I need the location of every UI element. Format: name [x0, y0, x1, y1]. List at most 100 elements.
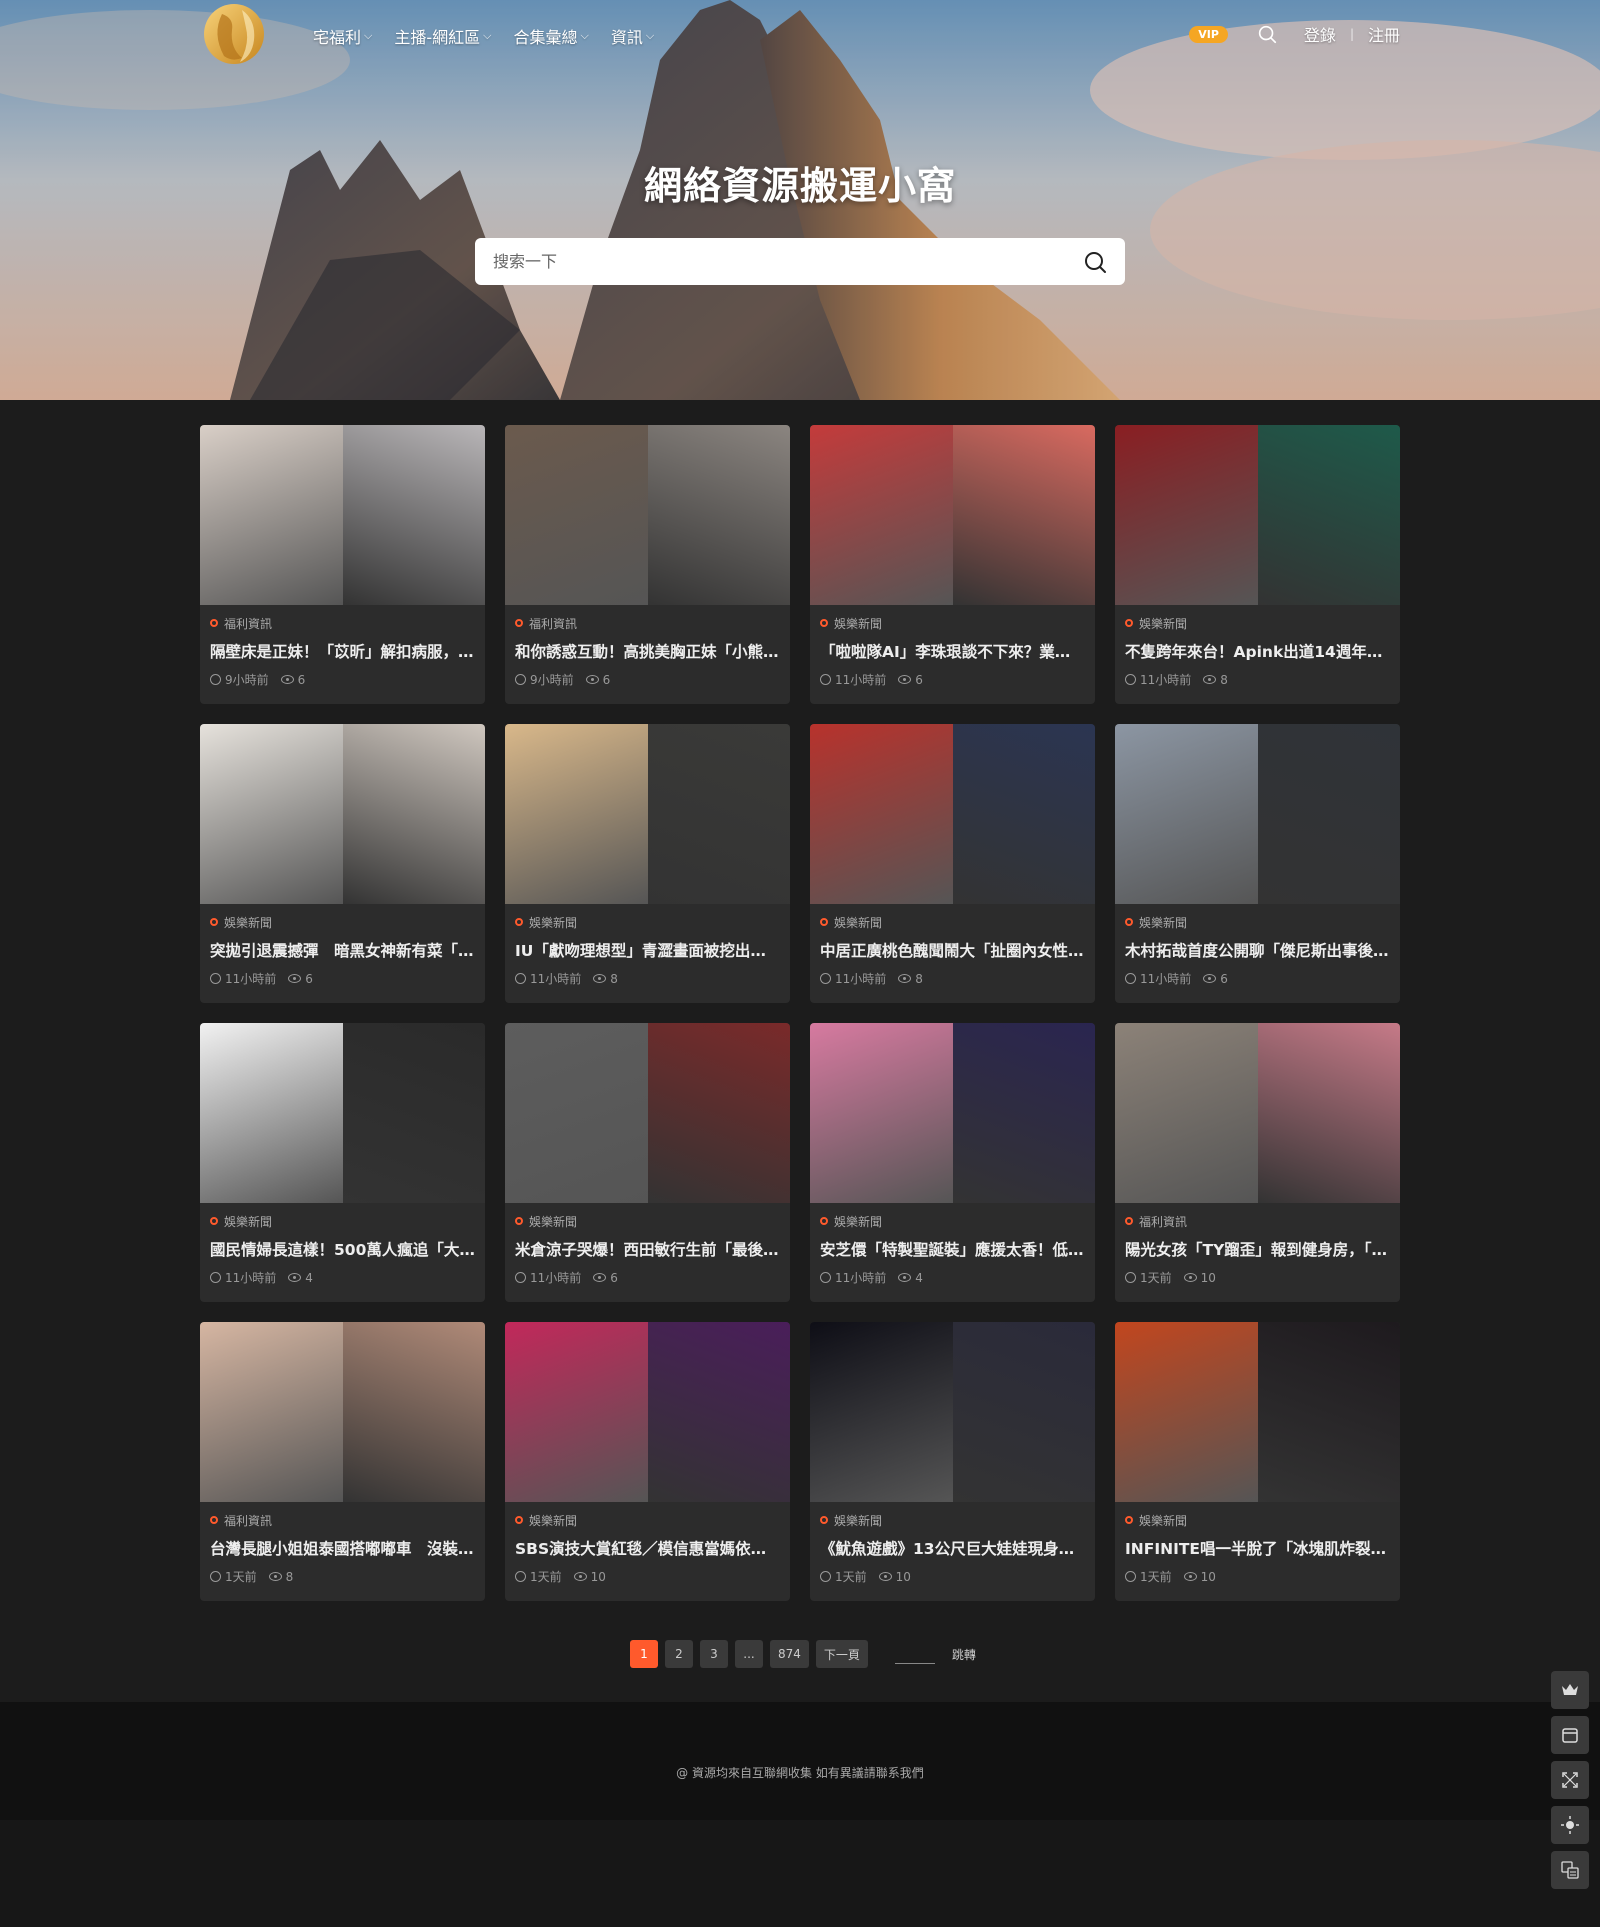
post-thumbnail[interactable]: [505, 1322, 790, 1502]
menu-item-streamers[interactable]: 主播-網紅區 ⌵: [394, 24, 491, 48]
post-views: 8: [1220, 672, 1228, 687]
vip-crown-button[interactable]: [1551, 1671, 1589, 1709]
post-card[interactable]: 娛樂新聞 《魷魚遊戲》13公尺巨大娃娃現身高… 1天前 10: [810, 1322, 1095, 1601]
post-views: 6: [915, 672, 923, 687]
post-category[interactable]: 娛樂新聞: [515, 1512, 780, 1528]
post-thumbnail[interactable]: [1115, 1322, 1400, 1502]
post-title[interactable]: 台灣長腿小姐姐泰國搭嘟嘟車 沒裝…: [210, 1539, 475, 1559]
post-thumbnail[interactable]: [200, 724, 485, 904]
post-thumbnail[interactable]: [810, 1023, 1095, 1203]
next-page-button[interactable]: 下一頁: [815, 1640, 868, 1668]
page-button[interactable]: 874: [770, 1640, 809, 1668]
post-category[interactable]: 娛樂新聞: [820, 914, 1085, 930]
menu-item-news[interactable]: 資訊 ⌵: [611, 24, 654, 48]
vip-badge[interactable]: VIP: [1189, 25, 1228, 43]
post-title[interactable]: 安芝儇「特製聖誕裝」應援太香！低…: [820, 1240, 1085, 1260]
post-category[interactable]: 娛樂新聞: [820, 615, 1085, 631]
post-card[interactable]: 福利資訊 台灣長腿小姐姐泰國搭嘟嘟車 沒裝… 1天前 8: [200, 1322, 485, 1601]
post-category[interactable]: 娛樂新聞: [1125, 1512, 1390, 1528]
post-thumbnail[interactable]: [200, 1023, 485, 1203]
post-thumbnail[interactable]: [810, 724, 1095, 904]
post-card[interactable]: 福利資訊 陽光女孩「TY蹓歪」報到健身房，「… 1天前 10: [1115, 1023, 1400, 1302]
post-category[interactable]: 娛樂新聞: [210, 914, 475, 930]
post-title[interactable]: 陽光女孩「TY蹓歪」報到健身房，「…: [1125, 1240, 1390, 1260]
post-category[interactable]: 福利資訊: [515, 615, 780, 631]
post-category[interactable]: 福利資訊: [1125, 1213, 1390, 1229]
post-category[interactable]: 娛樂新聞: [820, 1213, 1085, 1229]
search-icon[interactable]: [1256, 23, 1278, 45]
post-thumbnail[interactable]: [810, 425, 1095, 605]
fullscreen-button[interactable]: [1551, 1761, 1589, 1799]
post-card[interactable]: 娛樂新聞 突拋引退震撼彈 暗黑女神新有菜「… 11小時前 6: [200, 724, 485, 1003]
post-card[interactable]: 娛樂新聞 INFINITE唱一半脫了「冰塊肌炸裂」… 1天前 10: [1115, 1322, 1400, 1601]
post-title[interactable]: 木村拓哉首度公開聊「傑尼斯出事後…: [1125, 941, 1390, 961]
checkin-button[interactable]: [1551, 1716, 1589, 1754]
post-thumbnail[interactable]: [505, 1023, 790, 1203]
post-title[interactable]: 隔壁床是正妹！「苡昕」解扣病服，…: [210, 642, 475, 662]
post-time: 11小時前: [225, 972, 277, 986]
page-button[interactable]: 3: [700, 1640, 728, 1668]
page-jump-input[interactable]: [894, 1644, 935, 1664]
post-thumbnail[interactable]: [200, 1322, 485, 1502]
post-category[interactable]: 娛樂新聞: [515, 914, 780, 930]
login-link[interactable]: 登錄: [1304, 22, 1336, 46]
post-category[interactable]: 娛樂新聞: [210, 1213, 475, 1229]
post-meta: 1天前 10: [1125, 1568, 1390, 1585]
page-jump-button[interactable]: 跳轉: [952, 1646, 976, 1663]
post-thumbnail[interactable]: [1115, 724, 1400, 904]
post-title[interactable]: SBS演技大賞紅毯／模信惠當媽依舊…: [515, 1539, 780, 1559]
menu-item-benefits[interactable]: 宅福利 ⌵: [313, 24, 372, 48]
post-card[interactable]: 福利資訊 隔壁床是正妹！「苡昕」解扣病服，… 9小時前 6: [200, 425, 485, 704]
post-thumbnail[interactable]: [810, 1322, 1095, 1502]
translate-button[interactable]: [1551, 1851, 1589, 1889]
post-category[interactable]: 娛樂新聞: [820, 1512, 1085, 1528]
category-dot-icon: [515, 918, 523, 926]
post-title[interactable]: 突拋引退震撼彈 暗黑女神新有菜「…: [210, 941, 475, 961]
post-title[interactable]: 《魷魚遊戲》13公尺巨大娃娃現身高…: [820, 1539, 1085, 1559]
post-title[interactable]: 「啦啦隊AI」李珠珢談不下來？業界…: [820, 642, 1085, 662]
search-icon[interactable]: [1083, 250, 1107, 274]
post-thumbnail[interactable]: [200, 425, 485, 605]
post-card[interactable]: 娛樂新聞 米倉涼子哭爆！西田敏行生前「最後… 11小時前 6: [505, 1023, 790, 1302]
search-input[interactable]: [493, 252, 1083, 271]
post-category[interactable]: 福利資訊: [210, 615, 475, 631]
post-meta: 11小時前 6: [210, 970, 475, 987]
post-title[interactable]: 不隻跨年來台！Apink出道14週年「…: [1125, 642, 1390, 662]
post-time: 9小時前: [225, 673, 269, 687]
post-card[interactable]: 娛樂新聞 「啦啦隊AI」李珠珢談不下來？業界… 11小時前 6: [810, 425, 1095, 704]
eye-icon: [593, 974, 607, 983]
category-dot-icon: [515, 1217, 523, 1225]
post-thumbnail[interactable]: [1115, 1023, 1400, 1203]
page-button[interactable]: 1: [630, 1640, 658, 1668]
post-body: 福利資訊 陽光女孩「TY蹓歪」報到健身房，「… 1天前 10: [1115, 1203, 1400, 1286]
post-card[interactable]: 娛樂新聞 中居正廣桃色醜聞鬧大「扯圈內女性… 11小時前 8: [810, 724, 1095, 1003]
menu-item-collections[interactable]: 合集彙總 ⌵: [513, 24, 588, 48]
post-title[interactable]: 中居正廣桃色醜聞鬧大「扯圈內女性…: [820, 941, 1085, 961]
post-body: 娛樂新聞 INFINITE唱一半脫了「冰塊肌炸裂」… 1天前 10: [1115, 1502, 1400, 1585]
post-views: 10: [1200, 1569, 1216, 1584]
post-title[interactable]: INFINITE唱一半脫了「冰塊肌炸裂」…: [1125, 1539, 1390, 1559]
post-card[interactable]: 娛樂新聞 安芝儇「特製聖誕裝」應援太香！低… 11小時前 4: [810, 1023, 1095, 1302]
register-link[interactable]: 注冊: [1368, 22, 1400, 46]
post-category[interactable]: 福利資訊: [210, 1512, 475, 1528]
post-title[interactable]: IU「獻吻理想型」青澀畫面被挖出！…: [515, 941, 780, 961]
post-title[interactable]: 和你誘惑互動！高挑美胸正妹「小熊…: [515, 642, 780, 662]
post-category[interactable]: 娛樂新聞: [515, 1213, 780, 1229]
eye-icon: [898, 974, 912, 983]
post-card[interactable]: 娛樂新聞 木村拓哉首度公開聊「傑尼斯出事後… 11小時前 6: [1115, 724, 1400, 1003]
post-card[interactable]: 娛樂新聞 國民情婦長這樣！500萬人瘋追「大… 11小時前 4: [200, 1023, 485, 1302]
site-logo[interactable]: [202, 0, 266, 68]
post-card[interactable]: 福利資訊 和你誘惑互動！高挑美胸正妹「小熊… 9小時前 6: [505, 425, 790, 704]
page-button[interactable]: 2: [665, 1640, 693, 1668]
post-category[interactable]: 娛樂新聞: [1125, 615, 1390, 631]
post-card[interactable]: 娛樂新聞 SBS演技大賞紅毯／模信惠當媽依舊… 1天前 10: [505, 1322, 790, 1601]
post-card[interactable]: 娛樂新聞 IU「獻吻理想型」青澀畫面被挖出！… 11小時前 8: [505, 724, 790, 1003]
post-category[interactable]: 娛樂新聞: [1125, 914, 1390, 930]
post-thumbnail[interactable]: [505, 724, 790, 904]
post-thumbnail[interactable]: [1115, 425, 1400, 605]
post-title[interactable]: 國民情婦長這樣！500萬人瘋追「大…: [210, 1240, 475, 1260]
post-card[interactable]: 娛樂新聞 不隻跨年來台！Apink出道14週年「… 11小時前 8: [1115, 425, 1400, 704]
post-title[interactable]: 米倉涼子哭爆！西田敏行生前「最後…: [515, 1240, 780, 1260]
theme-toggle-button[interactable]: [1551, 1806, 1589, 1844]
post-thumbnail[interactable]: [505, 425, 790, 605]
